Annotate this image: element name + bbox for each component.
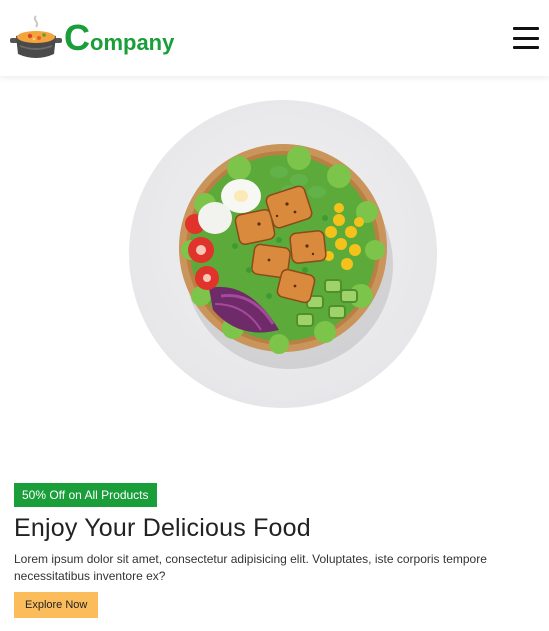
discount-badge: 50% Off on All Products — [14, 483, 157, 507]
hero-image-frame — [129, 100, 437, 408]
salad-bowl-image — [129, 100, 437, 408]
hamburger-menu-icon[interactable] — [513, 27, 539, 49]
menu-bar-bottom — [513, 46, 539, 49]
menu-bar-top — [513, 27, 539, 30]
cooking-pot-icon — [10, 15, 62, 58]
site-header: C ompany — [0, 0, 549, 76]
logo[interactable]: C ompany — [8, 12, 174, 64]
menu-bar-middle — [513, 36, 539, 40]
salad-bowl-illustration — [179, 144, 393, 369]
hero-title: Enjoy Your Delicious Food — [14, 514, 311, 542]
logo-rest-text: ompany — [90, 30, 175, 55]
logo-first-letter: C — [64, 17, 90, 58]
logo-wordmark: C ompany — [64, 20, 174, 56]
hero-description: Lorem ipsum dolor sit amet, consectetur … — [14, 552, 487, 583]
explore-now-button[interactable]: Explore Now — [14, 592, 99, 618]
